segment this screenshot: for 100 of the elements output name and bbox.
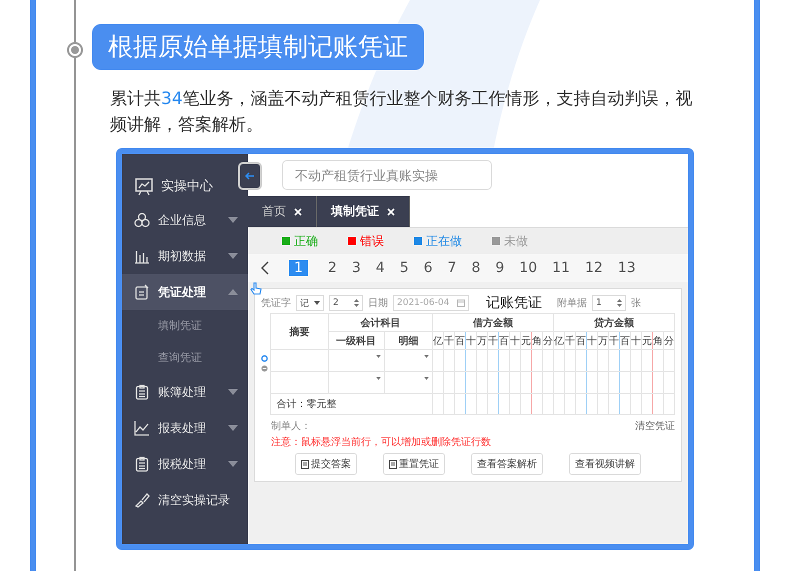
table-header: 贷方金额: [553, 314, 674, 332]
action-button[interactable]: 提交答案: [295, 453, 357, 475]
page-number[interactable]: 9: [492, 260, 508, 276]
voucher-title: 记账凭证: [486, 294, 542, 312]
brush-icon: [134, 492, 150, 508]
tab[interactable]: 首页: [248, 196, 317, 227]
sidebar-subitem[interactable]: 填制凭证: [122, 310, 248, 342]
digit-header: 十: [509, 332, 520, 350]
spinner-icon: [617, 299, 622, 307]
digit-header: 百: [575, 332, 586, 350]
clipboard-icon: [134, 456, 150, 472]
sidebar-subitem[interactable]: 查询凭证: [122, 342, 248, 374]
voucher-type-select[interactable]: 记: [296, 295, 324, 311]
page-number[interactable]: 2: [324, 260, 340, 276]
timeline-node-icon: [67, 42, 83, 58]
digit-header: 百: [498, 332, 510, 350]
page-number[interactable]: 4: [372, 260, 388, 276]
digit-header: 百: [454, 332, 466, 350]
circles-icon: [134, 212, 150, 228]
unit-label: 张: [631, 296, 641, 310]
page-number[interactable]: 13: [614, 260, 639, 276]
legend-label: 正在做: [426, 232, 462, 250]
bar-chart-icon: [134, 248, 150, 264]
arrow-left-icon: [245, 172, 255, 180]
field-label: 附单据: [557, 296, 587, 310]
collapse-button[interactable]: [238, 162, 262, 190]
sidebar-title: 实操中心: [161, 178, 213, 195]
page-number[interactable]: 11: [549, 260, 573, 276]
page-number[interactable]: 3: [348, 260, 364, 276]
sidebar-item[interactable]: 账簿处理: [122, 374, 248, 410]
field-label: 凭证字: [261, 296, 291, 310]
digit-header: 角: [531, 332, 542, 350]
caret-down-icon[interactable]: [376, 377, 381, 380]
document-icon: [301, 460, 309, 468]
clipboard-icon: [134, 384, 150, 400]
sidebar-item[interactable]: 企业信息: [122, 202, 248, 238]
document-icon: [389, 460, 397, 468]
digit-header: 角: [652, 332, 664, 350]
table-header: 会计科目: [328, 314, 432, 332]
caret-down-icon: [314, 301, 320, 305]
chart-board-icon: [134, 176, 154, 196]
legend-label: 错误: [360, 232, 384, 250]
digit-header: 十: [630, 332, 642, 350]
close-icon[interactable]: [294, 208, 302, 216]
clear-voucher-link[interactable]: 清空凭证: [635, 419, 675, 433]
close-icon[interactable]: [387, 208, 395, 216]
table-header: 明细: [384, 332, 432, 350]
spinner-icon: [354, 299, 359, 307]
digit-header: 十: [586, 332, 598, 350]
table-header: 摘要: [270, 314, 328, 350]
table-header: 一级科目: [328, 332, 384, 350]
search-field[interactable]: 不动产租赁行业真账实操: [282, 160, 492, 190]
page-number[interactable]: 10: [516, 260, 540, 276]
digit-header: 元: [641, 332, 652, 350]
sidebar-item[interactable]: 报表处理: [122, 410, 248, 446]
action-button[interactable]: 重置凭证: [383, 453, 445, 475]
caret-down-icon[interactable]: [424, 377, 429, 380]
attachment-count-field[interactable]: 1: [592, 295, 626, 311]
digit-header: 千: [608, 332, 620, 350]
caret-down-icon[interactable]: [424, 355, 429, 358]
voucher-number-field[interactable]: 2: [329, 295, 363, 311]
description-text: 累计共34笔业务，涵盖不动产租赁行业整个财务工作情形，支持自动判误，视频讲解，答案解析。: [110, 88, 694, 137]
tab[interactable]: 填制凭证: [317, 196, 410, 227]
legend-label: 未做: [504, 232, 528, 250]
total-text: 合计：零元整: [270, 394, 432, 414]
caret-down-icon[interactable]: [376, 355, 381, 358]
digit-header: 千: [487, 332, 498, 350]
remove-row-icon[interactable]: [261, 365, 268, 372]
digit-header: 亿: [432, 332, 444, 350]
edit-document-icon: [134, 284, 150, 300]
page-number[interactable]: 5: [396, 260, 412, 276]
sidebar-item[interactable]: 期初数据: [122, 238, 248, 274]
sidebar-item[interactable]: 清空实操记录: [122, 482, 248, 518]
section-heading: 根据原始单据填制记账凭证: [92, 24, 424, 70]
digit-header: 分: [542, 332, 554, 350]
preparer-label: 制单人：: [271, 420, 311, 433]
digit-header: 万: [476, 332, 488, 350]
page-number[interactable]: 6: [420, 260, 436, 276]
action-button[interactable]: 查看答案解析: [471, 453, 543, 475]
sidebar-item[interactable]: 凭证处理: [122, 274, 248, 310]
digit-header: 百: [619, 332, 630, 350]
legend-label: 正确: [294, 232, 318, 250]
note-text: 注意：鼠标悬浮当前行，可以增加或删除凭证行数: [270, 436, 492, 449]
digit-header: 亿: [553, 332, 564, 350]
field-label: 日期: [368, 296, 388, 310]
line-chart-icon: [134, 420, 150, 436]
chevron-left-icon[interactable]: [260, 261, 270, 275]
page-number[interactable]: 7: [444, 260, 460, 276]
digit-header: 万: [597, 332, 608, 350]
digit-header: 分: [663, 332, 674, 350]
digit-header: 千: [564, 332, 576, 350]
digit-header: 十: [465, 332, 476, 350]
digit-header: 元: [520, 332, 532, 350]
digit-header: 千: [443, 332, 454, 350]
sidebar-item[interactable]: 报税处理: [122, 446, 248, 482]
add-row-icon[interactable]: [261, 355, 268, 362]
table-header: 借方金额: [432, 314, 554, 332]
page-number[interactable]: 12: [582, 260, 606, 276]
action-button[interactable]: 查看视频讲解: [569, 453, 641, 475]
page-number[interactable]: 8: [468, 260, 484, 276]
